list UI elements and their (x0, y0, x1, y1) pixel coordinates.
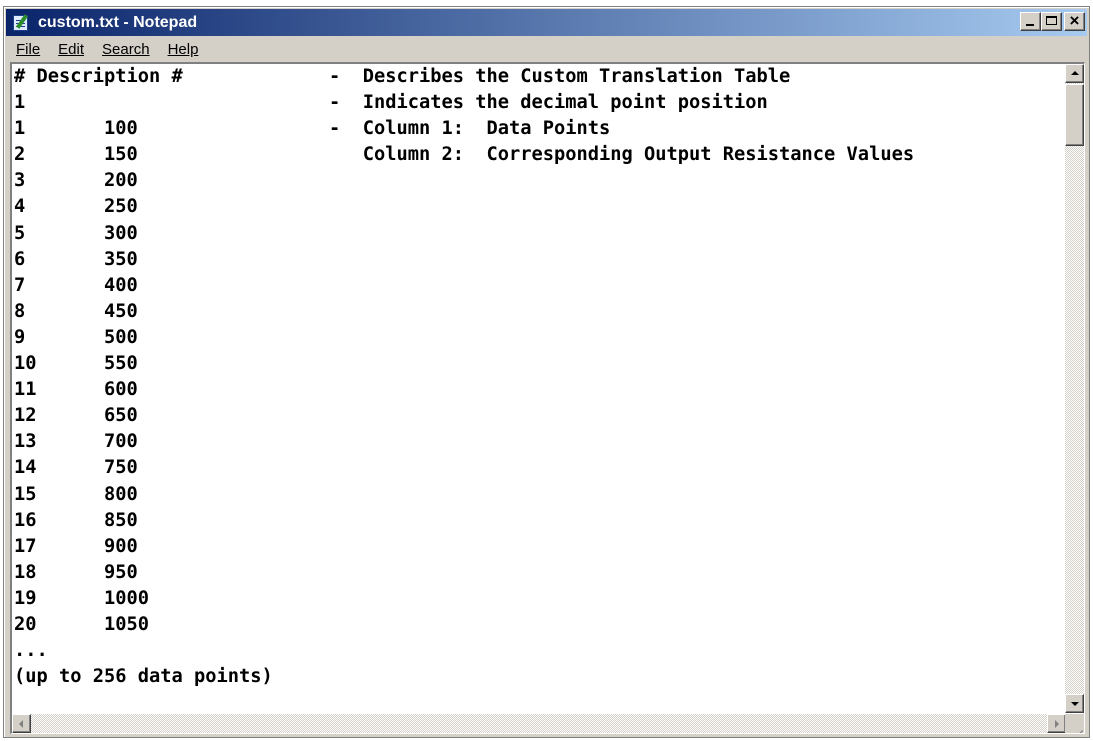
arrow-up-icon (1071, 71, 1079, 75)
menu-help[interactable]: Help (160, 41, 207, 58)
text-line[interactable]: 18 950 (14, 562, 138, 583)
minimize-icon (1026, 24, 1034, 26)
text-line[interactable]: 6 350 (14, 249, 138, 270)
menu-bar: File Edit Search Help (6, 38, 1087, 61)
text-line[interactable]: 2 150 Column 2: Corresponding Output Res… (14, 144, 914, 165)
arrow-down-icon (1071, 702, 1079, 706)
menu-help-label: Help (167, 41, 199, 58)
scroll-down-button[interactable] (1065, 694, 1084, 713)
text-line[interactable]: 11 600 (14, 379, 138, 400)
minimize-button[interactable] (1020, 12, 1041, 31)
menu-edit-label: Edit (58, 41, 85, 58)
text-line[interactable]: 15 800 (14, 484, 138, 505)
text-line[interactable]: 5 300 (14, 223, 138, 244)
text-line[interactable]: 1 100 - Column 1: Data Points (14, 118, 610, 139)
menu-file-label: File (16, 41, 41, 58)
notepad-window: custom.txt - Notepad × File Edit Search … (3, 6, 1090, 738)
scroll-up-button[interactable] (1065, 64, 1084, 83)
text-line[interactable]: 7 400 (14, 275, 138, 296)
text-line[interactable]: 13 700 (14, 431, 138, 452)
text-line[interactable]: # Description # - Describes the Custom T… (14, 66, 790, 87)
text-line[interactable]: 4 250 (14, 196, 138, 217)
text-line[interactable]: 20 1050 (14, 614, 149, 635)
text-line[interactable]: 3 200 (14, 170, 138, 191)
maximize-button[interactable] (1041, 12, 1062, 31)
scroll-right-button[interactable] (1047, 714, 1066, 733)
close-button[interactable]: × (1064, 11, 1085, 31)
vertical-scrollbar[interactable] (1065, 64, 1084, 713)
text-line[interactable]: (up to 256 data points) (14, 666, 273, 687)
arrow-right-icon (1055, 720, 1059, 728)
menu-search-label: Search (102, 41, 150, 58)
text-editor[interactable]: # Description # - Describes the Custom T… (10, 62, 1085, 734)
document-text[interactable]: # Description # - Describes the Custom T… (12, 64, 1066, 690)
window-title: custom.txt - Notepad (38, 13, 198, 31)
menu-file[interactable]: File (8, 41, 48, 58)
close-icon: × (1069, 11, 1080, 30)
text-line[interactable]: 17 900 (14, 536, 138, 557)
horizontal-scrollbar[interactable] (12, 714, 1066, 733)
notepad-app-icon[interactable] (11, 14, 31, 31)
maximize-icon (1046, 16, 1057, 25)
title-bar[interactable]: custom.txt - Notepad × (6, 9, 1087, 36)
text-line[interactable]: 12 650 (14, 405, 138, 426)
arrow-left-icon (19, 720, 23, 728)
window-controls: × (1020, 11, 1085, 31)
text-line[interactable]: 8 450 (14, 301, 138, 322)
text-line[interactable]: 10 550 (14, 353, 138, 374)
text-area[interactable]: # Description # - Describes the Custom T… (12, 64, 1066, 711)
vertical-scroll-thumb[interactable] (1065, 84, 1084, 146)
scroll-left-button[interactable] (12, 714, 31, 733)
text-line[interactable]: 1 - Indicates the decimal point position (14, 92, 768, 113)
text-line[interactable]: 9 500 (14, 327, 138, 348)
menu-edit[interactable]: Edit (50, 41, 92, 58)
size-grip-icon[interactable] (1065, 714, 1084, 733)
text-line[interactable]: ... (14, 640, 48, 661)
text-line[interactable]: 16 850 (14, 510, 138, 531)
menu-search[interactable]: Search (94, 41, 158, 58)
text-line[interactable]: 14 750 (14, 457, 138, 478)
text-line[interactable]: 19 1000 (14, 588, 149, 609)
